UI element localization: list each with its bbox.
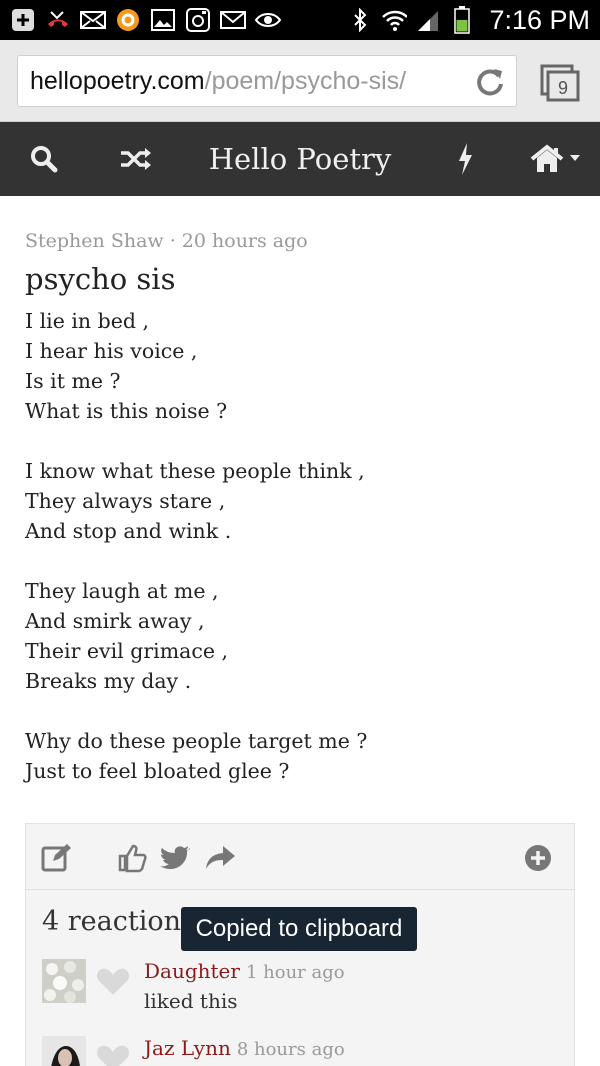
avatar[interactable] <box>42 1036 86 1066</box>
stanza: I know what these people think , They al… <box>25 456 585 546</box>
clipboard-toast: Copied to clipboard <box>181 907 417 951</box>
poem-line: And stop and wink . <box>25 519 232 543</box>
tab-count: 9 <box>558 78 568 98</box>
reactions-count: 4 reactions <box>42 906 195 937</box>
battery-icon <box>449 6 475 34</box>
action-toolbar <box>26 824 574 890</box>
poem-line: Just to feel bloated glee ? <box>25 759 290 783</box>
reactor-name[interactable]: Jaz Lynn <box>144 1036 231 1060</box>
heart-icon[interactable] <box>96 967 130 997</box>
author-link[interactable]: Stephen Shaw <box>25 230 164 252</box>
search-icon[interactable] <box>24 122 64 196</box>
poem-line: I lie in bed , <box>25 309 150 333</box>
poem-body: I lie in bed , I hear his voice , Is it … <box>25 306 585 786</box>
app-icon <box>115 8 141 32</box>
poem-line: I know what these people think , <box>25 459 365 483</box>
share-icon[interactable] <box>204 842 236 874</box>
bluetooth-icon <box>347 8 373 32</box>
gmail-icon <box>220 8 246 32</box>
avatar[interactable] <box>42 959 86 1003</box>
browser-toolbar: hellopoetry.com/poem/psycho-sis/ 9 <box>0 40 600 122</box>
plus-icon <box>10 8 36 32</box>
like-icon[interactable] <box>116 842 148 874</box>
wifi-icon <box>381 8 408 32</box>
poem-line: I hear his voice , <box>25 339 198 363</box>
twitter-icon[interactable] <box>160 842 192 874</box>
poem-line: And smirk away , <box>25 609 205 633</box>
site-navbar: Hello Poetry <box>0 122 600 196</box>
poem-meta: Stephen Shaw · 20 hours ago <box>25 230 308 252</box>
url-host: hellopoetry.com <box>30 66 205 95</box>
reactor-name[interactable]: Daughter <box>144 959 240 983</box>
edit-icon[interactable] <box>40 842 72 874</box>
stanza: I lie in bed , I hear his voice , Is it … <box>25 306 585 426</box>
site-title[interactable]: Hello Poetry <box>150 122 450 196</box>
poem-line: Is it me ? <box>25 369 121 393</box>
stanza: Why do these people target me ? Just to … <box>25 726 585 786</box>
picture-icon <box>150 8 176 32</box>
home-menu-icon[interactable] <box>528 122 584 196</box>
post-time: 20 hours ago <box>181 230 308 252</box>
poem-title: psycho sis <box>25 262 176 296</box>
reaction-time: 1 hour ago <box>245 962 345 983</box>
poem-line: They laugh at me , <box>25 579 219 603</box>
heart-icon[interactable] <box>96 1044 130 1066</box>
stanza: They laugh at me , And smirk away , Thei… <box>25 576 585 696</box>
instagram-icon <box>185 8 211 32</box>
poem-article: Stephen Shaw · 20 hours ago psycho sis I… <box>25 226 585 816</box>
add-icon[interactable] <box>522 842 554 874</box>
tabs-button[interactable]: 9 <box>540 64 580 102</box>
clock: 7:16 PM <box>489 4 590 35</box>
reload-icon[interactable] <box>474 66 506 98</box>
signal-icon <box>415 8 441 32</box>
reaction-text: liked this <box>144 989 238 1013</box>
poem-line: What is this noise ? <box>25 399 228 423</box>
poem-line: They always stare , <box>25 489 226 513</box>
eye-icon <box>255 8 281 32</box>
missed-call-icon <box>45 8 71 32</box>
url-path: /poem/psycho-sis/ <box>204 66 407 95</box>
mail-icon <box>80 8 106 32</box>
address-bar[interactable]: hellopoetry.com/poem/psycho-sis/ <box>17 55 517 107</box>
poem-line: Breaks my day . <box>25 669 192 693</box>
poem-line: Their evil grimace , <box>25 639 229 663</box>
status-bar: 7:16 PM <box>0 0 600 40</box>
reaction-time: 8 hours ago <box>236 1039 345 1060</box>
poem-line: Why do these people target me ? <box>25 729 368 753</box>
lightning-icon[interactable] <box>450 122 480 196</box>
